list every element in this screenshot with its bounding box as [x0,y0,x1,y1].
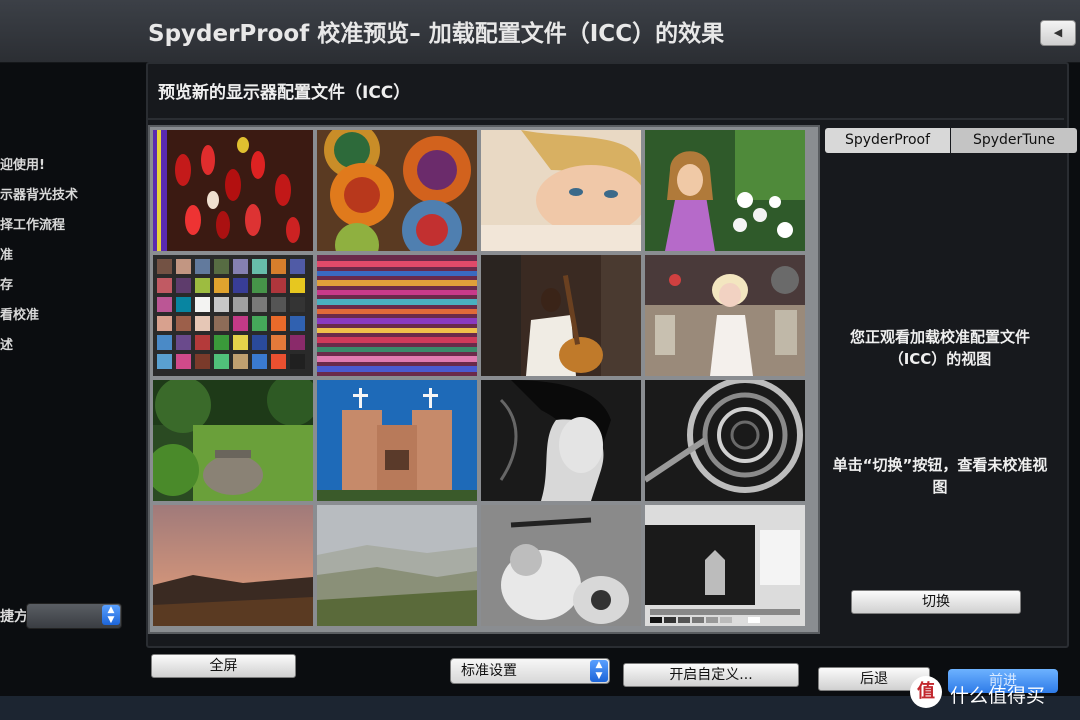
preview-image-bw-test-target [645,505,805,626]
preview-image-striped-textiles [317,255,477,376]
select-stepper-icon: ▲ ▼ [102,605,120,625]
switch-button[interactable]: 切换 [851,590,1021,614]
panel-title: 预览新的显示器配置文件（ICC） [158,83,411,103]
tab-spydertune[interactable]: SpyderTune [951,128,1077,153]
sidebar-item-save[interactable]: 存 [0,274,13,293]
preview-image-adobe-church [317,380,477,501]
sidebar-item-backlight[interactable]: 示器背光技术 [0,184,78,203]
collapse-button[interactable]: ◀ [1040,20,1076,46]
preview-image-bw-scooter [481,505,641,626]
sidebar-item-summary[interactable]: 述 [0,334,13,353]
window-title: SpyderProof 校准预览– 加载配置文件（ICC）的效果 [148,21,725,47]
watermark-logo-icon: 值 [910,676,942,708]
preview-image-girl-with-flowers [645,130,805,251]
preset-select-value: 标准设置 [461,663,517,679]
custom-button[interactable]: 开启自定义... [623,663,799,687]
preview-image-bw-woman-profile [481,380,641,501]
preview-image-guitar-player [481,255,641,376]
preset-select[interactable]: 标准设置 ▲ ▼ [450,658,610,684]
fullscreen-button[interactable]: 全屏 [151,654,296,678]
sidebar-item-workflow[interactable]: 择工作流程 [0,214,65,233]
sidebar-item-welcome[interactable]: 迎使用! [0,154,45,173]
shortcut-select[interactable]: ▲ ▼ [26,603,122,629]
preview-image-bw-spiral-staircase [645,380,805,501]
panel-divider [148,118,1064,120]
preview-image-sunset-landscape [153,505,313,626]
title-bar: SpyderProof 校准预览– 加载配置文件（ICC）的效果 ◀ [0,0,1080,63]
preview-image-garden-urn [153,380,313,501]
preview-image-marilyn-collage [645,255,805,376]
preview-tabs: SpyderProof SpyderTune [825,128,1077,153]
preview-image-chili-peppers [153,130,313,251]
site-watermark: 值 什么值得买 [910,676,1080,712]
watermark-text: 什么值得买 [950,685,1046,707]
sidebar-item-calibrate[interactable]: 准 [0,244,13,263]
preview-image-grid [148,125,820,634]
preview-image-painted-plates [317,130,477,251]
sidebar-item-view-calibration[interactable]: 看校准 [0,304,39,323]
preview-image-hazy-hills [317,505,477,626]
preview-image-blonde-woman-portrait [481,130,641,251]
tab-spyderproof[interactable]: SpyderProof [825,128,950,153]
switch-hint-text: 单击“切换”按钮，查看未校准视图 [832,456,1048,496]
preview-image-color-checker-chart [153,255,313,376]
select-stepper-icon: ▲ ▼ [590,660,608,682]
calibrated-view-info: 您正观看加载校准配置文件（ICC）的视图 [849,328,1030,368]
